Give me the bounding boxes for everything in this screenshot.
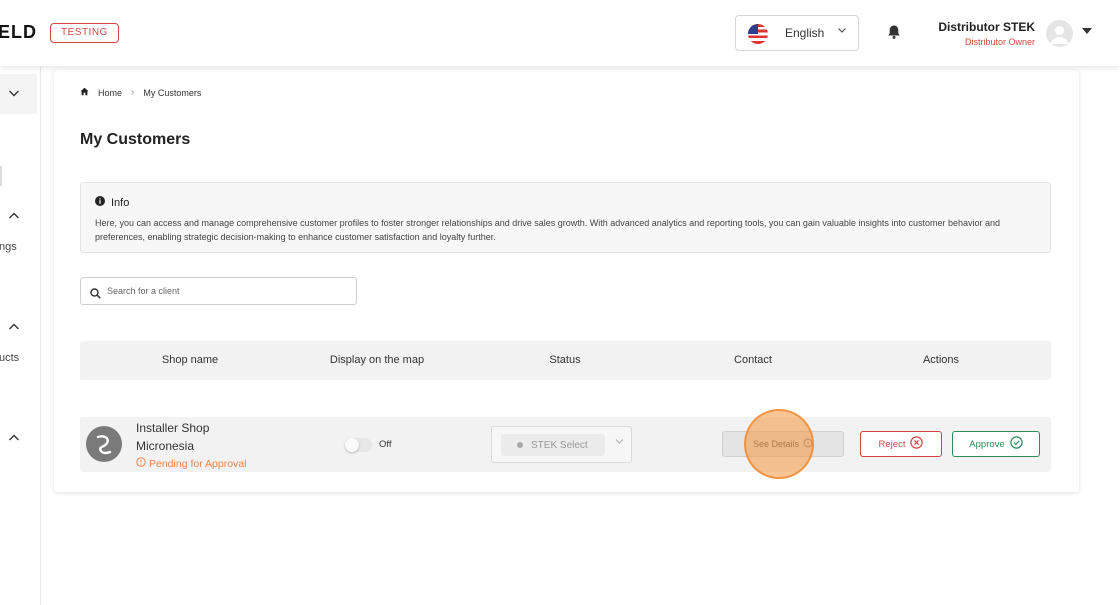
column-header-actions: Actions	[922, 354, 960, 366]
chevron-up-icon[interactable]	[8, 211, 20, 224]
status-dot-icon	[517, 442, 523, 448]
home-icon[interactable]	[80, 87, 89, 98]
table-row: Installer Shop Micronesia Pending for Ap…	[80, 417, 1051, 472]
sidebar-top-item[interactable]	[0, 74, 37, 114]
sidebar: ngs ucts	[0, 66, 41, 605]
approve-label: Approve	[969, 438, 1005, 450]
status-select[interactable]: STEK Select	[491, 426, 632, 463]
client-search[interactable]	[80, 277, 357, 305]
see-details-label: See Details	[752, 439, 800, 449]
main-card: Home › My Customers My Customers Info He…	[54, 70, 1079, 492]
check-circle-icon	[1009, 436, 1023, 452]
column-header-contact: Contact	[734, 354, 772, 366]
info-text: Here, you can access and manage comprehe…	[95, 218, 1000, 242]
info-title: Info	[111, 196, 130, 209]
sidebar-item-label[interactable]: ngs	[0, 241, 17, 253]
search-input[interactable]	[107, 282, 347, 300]
chevron-down-icon	[8, 88, 20, 101]
info-circle-icon	[803, 438, 813, 450]
info-box: Info Here, you can access and manage com…	[80, 182, 1051, 253]
chevron-down-icon	[615, 437, 624, 447]
breadcrumb-current: My Customers	[143, 87, 202, 98]
approve-button[interactable]: Approve	[952, 431, 1040, 457]
chevron-up-icon[interactable]	[8, 433, 20, 446]
status-value: STEK Select	[531, 439, 588, 451]
page-title: My Customers	[80, 131, 191, 148]
language-selector[interactable]: English	[735, 15, 859, 51]
us-flag-icon	[748, 24, 768, 44]
notification-bell-icon[interactable]	[886, 24, 902, 45]
chevron-up-icon[interactable]	[8, 322, 20, 335]
search-icon	[90, 286, 101, 304]
info-icon	[95, 196, 105, 209]
user-avatar[interactable]	[1046, 20, 1073, 47]
user-menu-caret-icon[interactable]	[1082, 28, 1092, 34]
sidebar-divider	[0, 166, 2, 186]
user-name[interactable]: Distributor STEK	[938, 20, 1035, 34]
table-header: Shop name Display on the map Status Cont…	[80, 341, 1051, 380]
display-on-map-toggle[interactable]	[345, 438, 372, 452]
pending-label: Pending for Approval	[149, 457, 247, 470]
user-role: Distributor Owner	[964, 37, 1035, 47]
shop-name[interactable]: Installer Shop Micronesia	[136, 419, 236, 455]
reject-button[interactable]: Reject	[860, 431, 942, 457]
pending-status: Pending for Approval	[136, 457, 246, 470]
app-logo[interactable]: ELD	[0, 22, 37, 43]
top-header: ELD TESTING English Distributor STEK Dis…	[0, 0, 1120, 66]
breadcrumb: Home › My Customers	[80, 87, 201, 98]
column-header-shop-name: Shop name	[161, 354, 219, 366]
column-header-status: Status	[549, 354, 581, 366]
environment-badge: TESTING	[50, 23, 119, 43]
info-header: Info	[95, 196, 129, 209]
display-on-map-label: Off	[379, 439, 392, 450]
close-circle-icon	[910, 436, 924, 452]
language-label: English	[785, 26, 825, 40]
sidebar-item-label[interactable]: ucts	[0, 352, 19, 364]
breadcrumb-home-link[interactable]: Home	[98, 88, 122, 98]
chevron-down-icon	[837, 25, 847, 38]
see-details-button[interactable]: See Details	[722, 431, 844, 457]
reject-label: Reject	[878, 438, 906, 450]
shop-logo-icon	[86, 426, 122, 462]
pending-clock-icon	[136, 457, 146, 470]
status-chip: STEK Select	[501, 434, 605, 456]
column-header-display-on-map: Display on the map	[329, 354, 425, 366]
breadcrumb-separator-icon: ›	[131, 87, 135, 98]
